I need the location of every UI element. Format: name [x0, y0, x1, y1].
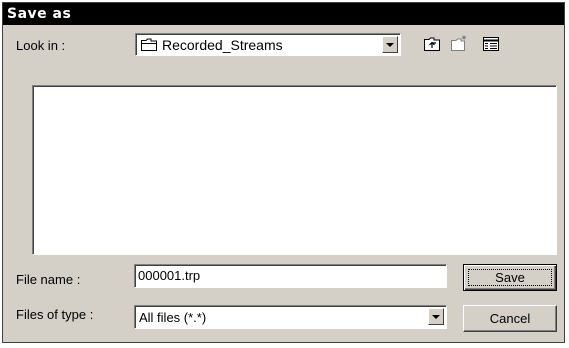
new-folder-icon[interactable]	[450, 35, 468, 51]
details-view-icon[interactable]	[482, 36, 500, 52]
file-type-label: Files of type :	[16, 307, 94, 322]
window-title: Save as	[3, 3, 564, 25]
file-type-dropdown-arrow-icon[interactable]	[428, 308, 444, 325]
folder-icon	[141, 38, 157, 51]
file-type-dropdown[interactable]: All files (*.*)	[134, 305, 447, 329]
file-type-value: All files (*.*)	[139, 310, 207, 325]
look-in-value: Recorded_Streams	[162, 37, 283, 53]
save-button[interactable]: Save	[463, 264, 557, 291]
look-in-dropdown-arrow-icon[interactable]	[382, 36, 398, 53]
file-name-label: File name :	[16, 272, 81, 287]
save-as-dialog: Save as Look in : Recorded_Streams File …	[2, 2, 565, 343]
file-name-input[interactable]: 000001.trp	[134, 264, 447, 288]
up-one-level-icon[interactable]	[423, 36, 441, 52]
look-in-label: Look in :	[16, 38, 66, 53]
cancel-button[interactable]: Cancel	[463, 305, 557, 332]
look-in-dropdown[interactable]: Recorded_Streams	[135, 33, 401, 56]
cancel-button-label: Cancel	[489, 311, 531, 326]
save-button-label: Save	[495, 270, 525, 285]
file-list[interactable]	[32, 85, 557, 255]
